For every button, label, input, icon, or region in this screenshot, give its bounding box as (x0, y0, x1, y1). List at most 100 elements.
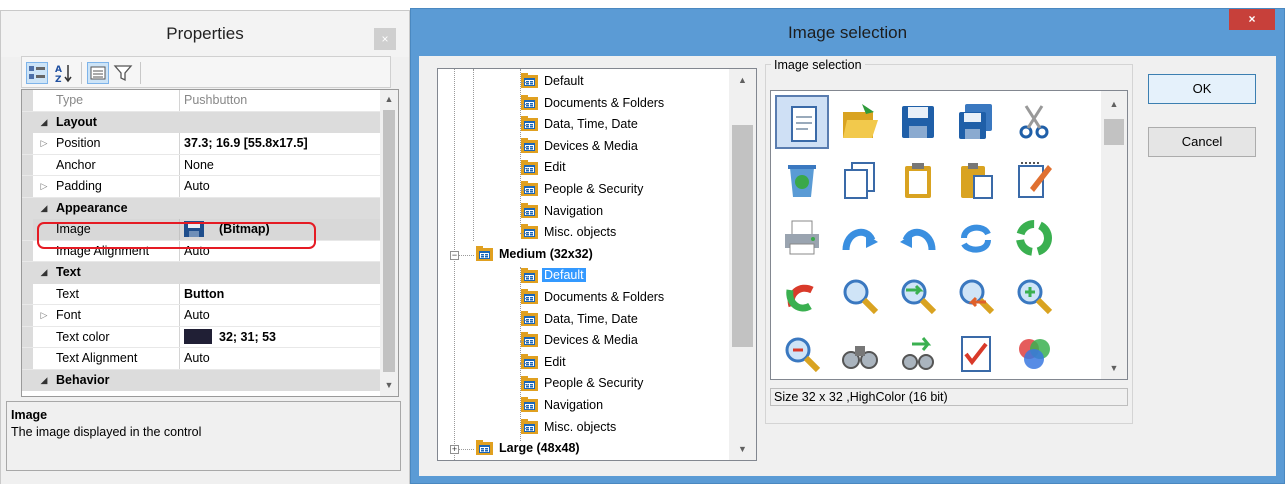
expand-icon[interactable]: ▷ (33, 133, 55, 154)
properties-toolbar: A Z (21, 56, 391, 88)
category-behavior[interactable]: ◢ Behavior (22, 369, 380, 392)
icon-cell[interactable] (891, 367, 945, 379)
tree-node[interactable]: Data, Time, Date (521, 114, 640, 135)
folder-calendar-icon (521, 375, 538, 391)
icon-cell[interactable] (775, 269, 829, 323)
scroll-up-arrow[interactable]: ▲ (1101, 99, 1127, 109)
property-row-text-alignment[interactable]: Text Alignment Auto (22, 348, 380, 370)
property-row-anchor[interactable]: Anchor None (22, 154, 380, 176)
icon-cell[interactable] (833, 153, 887, 207)
folder-calendar-icon (476, 246, 493, 261)
property-row-text[interactable]: Text Button (22, 283, 380, 305)
tree-node[interactable]: Documents & Folders (521, 287, 666, 308)
alphabetical-button[interactable]: A Z (53, 62, 75, 84)
tree-node[interactable]: Medium (32x32) (476, 244, 595, 265)
tree-node[interactable]: Default (521, 265, 586, 286)
property-row-padding[interactable]: ▷ Padding Auto (22, 176, 380, 198)
tree-node[interactable]: Misc. objects (521, 417, 618, 438)
tree-node[interactable]: People & Security (521, 179, 645, 200)
icon-cell[interactable] (833, 367, 887, 379)
category-appearance[interactable]: ◢ Appearance (22, 197, 380, 220)
row-gutter (22, 348, 33, 369)
collapse-icon[interactable]: ◢ (33, 370, 55, 392)
icon-cell[interactable] (775, 95, 829, 149)
cancel-button[interactable]: Cancel (1148, 127, 1256, 157)
expand-icon[interactable]: ▷ (33, 305, 55, 326)
tree-node[interactable]: Navigation (521, 395, 605, 416)
tree-node[interactable]: Large (48x48) (476, 438, 582, 459)
scroll-down-arrow[interactable]: ▼ (729, 444, 756, 454)
property-value[interactable]: Auto (179, 305, 379, 326)
folder-calendar-icon (521, 418, 538, 434)
scroll-thumb[interactable] (383, 110, 395, 372)
scroll-thumb[interactable] (1104, 119, 1124, 145)
expand-toggle[interactable]: + (450, 445, 459, 455)
property-row-position[interactable]: ▷ Position 37.3; 16.9 [55.8x17.5] (22, 133, 380, 155)
misc-icon (1014, 374, 1054, 380)
gallery-scrollbar[interactable]: ▲ ▼ (1101, 91, 1127, 379)
collapse-icon[interactable]: ◢ (33, 112, 55, 134)
expand-icon[interactable]: ▷ (33, 176, 55, 197)
tree-node[interactable]: Data, Time, Date (521, 309, 640, 330)
collapse-icon[interactable]: ◢ (33, 262, 55, 284)
properties-title: Properties (166, 24, 244, 43)
icon-cell[interactable] (891, 211, 945, 265)
icon-cell[interactable] (833, 269, 887, 323)
row-gutter (22, 305, 33, 326)
icon-cell[interactable] (949, 211, 1003, 265)
category-layout[interactable]: ◢ Layout (22, 111, 380, 134)
properties-close-button[interactable]: × (374, 28, 396, 50)
icon-cell[interactable] (1007, 95, 1061, 149)
property-row-font[interactable]: ▷ Font Auto (22, 305, 380, 327)
collapse-toggle[interactable]: − (450, 250, 459, 260)
tree-node[interactable]: Devices & Media (521, 330, 640, 351)
icon-cell[interactable] (775, 211, 829, 265)
categorized-button[interactable] (26, 62, 48, 84)
icon-cell[interactable] (891, 153, 945, 207)
tree-node[interactable]: Misc. objects (521, 222, 618, 243)
icon-cell[interactable] (949, 367, 1003, 379)
filter-button[interactable] (112, 62, 134, 84)
scroll-up-arrow[interactable]: ▲ (729, 75, 756, 85)
icon-cell[interactable] (949, 153, 1003, 207)
property-grid-scrollbar[interactable]: ▲ ▼ (380, 90, 398, 396)
tree-scrollbar[interactable]: ▲ ▼ (729, 69, 756, 460)
property-row-type[interactable]: Type Pushbutton (22, 90, 380, 112)
tree-node[interactable]: Documents & Folders (521, 93, 666, 114)
tree-node[interactable]: People & Security (521, 373, 645, 394)
property-value-color[interactable]: 32; 31; 53 (179, 326, 379, 347)
property-value[interactable]: Auto (179, 176, 379, 197)
icon-cell[interactable] (1007, 367, 1061, 380)
icon-cell[interactable] (833, 211, 887, 265)
tree-node[interactable]: Devices & Media (521, 136, 640, 157)
collapse-icon[interactable]: ◢ (33, 198, 55, 220)
icon-cell[interactable] (949, 95, 1003, 149)
property-value[interactable]: Button (179, 283, 379, 304)
category-text[interactable]: ◢ Text (22, 262, 380, 284)
scroll-thumb[interactable] (732, 125, 753, 347)
dialog-close-button[interactable]: × (1229, 9, 1275, 30)
tree-guide-line (520, 319, 528, 321)
icon-cell[interactable] (949, 269, 1003, 323)
scroll-down-arrow[interactable]: ▼ (380, 380, 398, 390)
scroll-up-arrow[interactable]: ▲ (380, 94, 398, 104)
folder-calendar-icon (521, 354, 538, 369)
property-value[interactable]: None (179, 154, 379, 175)
image-selection-dialog: Image selection × Default Documents & Fol… (410, 8, 1285, 484)
icon-cell[interactable] (1007, 269, 1061, 323)
property-row-text-color[interactable]: Text color 32; 31; 53 (22, 326, 380, 348)
icon-cell[interactable] (775, 367, 829, 379)
tree-node[interactable]: Default (521, 71, 586, 92)
ok-button[interactable]: OK (1148, 74, 1256, 104)
icon-cell[interactable] (775, 153, 829, 207)
icon-cell[interactable] (1007, 153, 1061, 207)
tree-node[interactable]: Navigation (521, 201, 605, 222)
property-pages-button[interactable] (87, 62, 109, 84)
property-value[interactable]: Auto (179, 348, 379, 369)
icon-cell[interactable] (833, 95, 887, 149)
icon-cell[interactable] (891, 269, 945, 323)
icon-cell[interactable] (1007, 211, 1061, 265)
scroll-down-arrow[interactable]: ▼ (1101, 363, 1127, 373)
icon-cell[interactable] (891, 95, 945, 149)
property-value[interactable]: 37.3; 16.9 [55.8x17.5] (179, 133, 379, 154)
